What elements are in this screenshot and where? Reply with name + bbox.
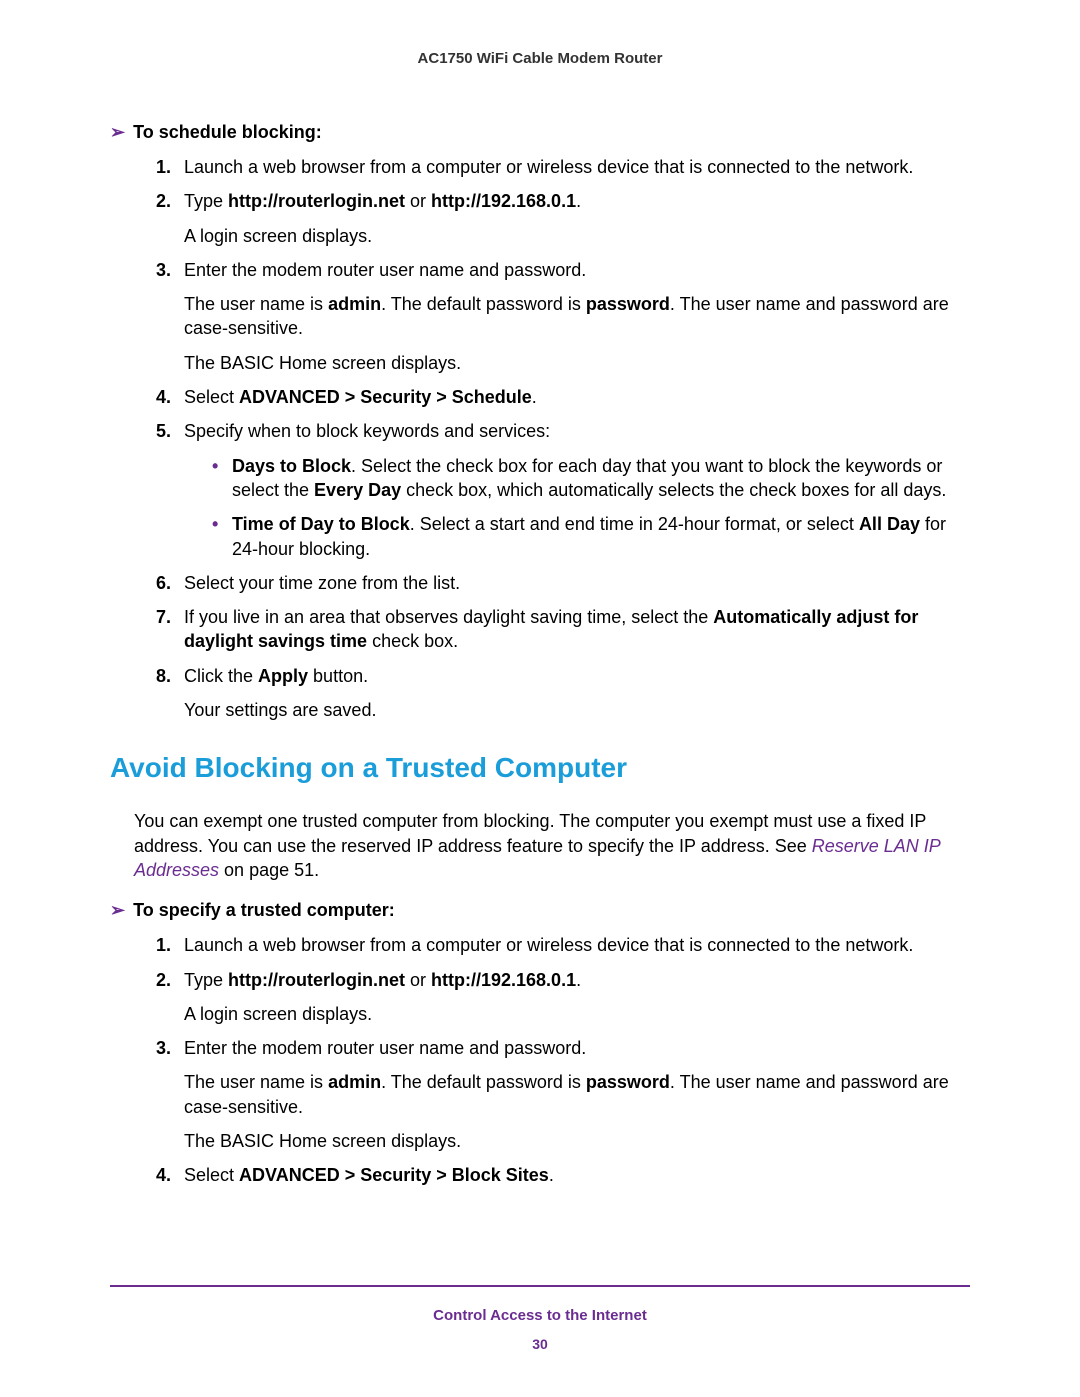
step-item: 5. Specify when to block keywords and se… [156, 419, 970, 560]
step-text: Launch a web browser from a computer or … [184, 157, 913, 177]
bullet-list: • Days to Block. Select the check box fo… [184, 454, 970, 561]
step-text: Enter the modem router user name and pas… [184, 1038, 586, 1058]
step-number: 7. [156, 605, 171, 629]
step-text: Type http://routerlogin.net or http://19… [184, 970, 581, 990]
step-item: 4. Select ADVANCED > Security > Block Si… [156, 1163, 970, 1187]
step-number: 1. [156, 933, 171, 957]
step-item: 6. Select your time zone from the list. [156, 571, 970, 595]
step-item: 4. Select ADVANCED > Security > Schedule… [156, 385, 970, 409]
procedure-heading-schedule-blocking: ➢ To schedule blocking: [110, 122, 970, 143]
step-item: 2. Type http://routerlogin.net or http:/… [156, 968, 970, 1027]
section-intro: You can exempt one trusted computer from… [134, 809, 970, 882]
step-text: Type http://routerlogin.net or http://19… [184, 191, 581, 211]
bullet-item: • Days to Block. Select the check box fo… [212, 454, 970, 503]
step-number: 3. [156, 1036, 171, 1060]
steps-list-1: 1. Launch a web browser from a computer … [110, 155, 970, 722]
step-number: 1. [156, 155, 171, 179]
footer-chapter-title: Control Access to the Internet [110, 1307, 970, 1324]
step-after-text: A login screen displays. [184, 1002, 970, 1026]
step-para: The user name is admin. The default pass… [184, 292, 970, 341]
step-number: 2. [156, 189, 171, 213]
chevron-right-icon: ➢ [110, 122, 125, 143]
section-heading-avoid-blocking: Avoid Blocking on a Trusted Computer [110, 752, 970, 784]
footer-page-number: 30 [110, 1336, 970, 1352]
footer-divider [110, 1285, 970, 1287]
step-item: 2. Type http://routerlogin.net or http:/… [156, 189, 970, 248]
bullet-item: • Time of Day to Block. Select a start a… [212, 512, 970, 561]
page: AC1750 WiFi Cable Modem Router ➢ To sched… [0, 0, 1080, 1397]
page-footer: Control Access to the Internet 30 [110, 1285, 970, 1352]
step-text: Click the Apply button. [184, 666, 368, 686]
bullet-dot-icon: • [212, 454, 218, 478]
step-text: Enter the modem router user name and pas… [184, 260, 586, 280]
step-text: Select ADVANCED > Security > Block Sites… [184, 1165, 554, 1185]
step-number: 2. [156, 968, 171, 992]
step-text: If you live in an area that observes day… [184, 607, 918, 651]
procedure-heading-text: To schedule blocking: [133, 122, 322, 142]
step-text: Specify when to block keywords and servi… [184, 421, 550, 441]
step-number: 6. [156, 571, 171, 595]
step-para: The BASIC Home screen displays. [184, 1129, 970, 1153]
step-text: Launch a web browser from a computer or … [184, 935, 913, 955]
step-item: 1. Launch a web browser from a computer … [156, 933, 970, 957]
step-number: 5. [156, 419, 171, 443]
step-number: 8. [156, 664, 171, 688]
procedure-heading-trusted-computer: ➢ To specify a trusted computer: [110, 900, 970, 921]
step-number: 4. [156, 385, 171, 409]
step-text: Select ADVANCED > Security > Schedule. [184, 387, 537, 407]
step-number: 3. [156, 258, 171, 282]
chevron-right-icon: ➢ [110, 900, 125, 921]
step-item: 3. Enter the modem router user name and … [156, 1036, 970, 1153]
step-after-text: Your settings are saved. [184, 698, 970, 722]
step-number: 4. [156, 1163, 171, 1187]
step-after-text: A login screen displays. [184, 224, 970, 248]
step-item: 1. Launch a web browser from a computer … [156, 155, 970, 179]
steps-list-2: 1. Launch a web browser from a computer … [110, 933, 970, 1187]
step-para: The user name is admin. The default pass… [184, 1070, 970, 1119]
step-item: 3. Enter the modem router user name and … [156, 258, 970, 375]
step-para: The BASIC Home screen displays. [184, 351, 970, 375]
bullet-dot-icon: • [212, 512, 218, 536]
procedure-heading-text: To specify a trusted computer: [133, 900, 395, 920]
step-item: 7. If you live in an area that observes … [156, 605, 970, 654]
step-text: Select your time zone from the list. [184, 573, 460, 593]
step-item: 8. Click the Apply button. Your settings… [156, 664, 970, 723]
document-header: AC1750 WiFi Cable Modem Router [110, 50, 970, 67]
